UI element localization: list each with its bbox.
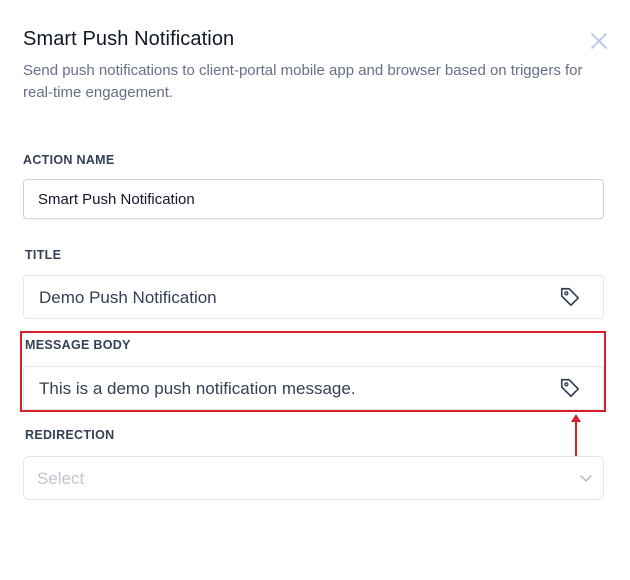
message-body-label: MESSAGE BODY [25,338,131,352]
action-name-value: Smart Push Notification [38,190,195,208]
title-value: Demo Push Notification [39,287,217,307]
dialog-title: Smart Push Notification [23,28,235,50]
message-body-input[interactable]: This is a demo push notification message… [23,366,604,410]
smart-push-notification-panel: Smart Push Notification Send push notifi… [0,0,630,580]
message-body-value: This is a demo push notification message… [39,378,356,398]
dialog-description: Send push notifications to client-portal… [23,62,583,101]
annotation-arrow [571,414,581,456]
title-label: TITLE [25,248,62,262]
close-icon[interactable] [588,30,610,52]
redirection-select[interactable]: Select [23,456,604,500]
redirection-placeholder: Select [37,468,85,488]
title-input[interactable]: Demo Push Notification [23,275,604,319]
action-name-input[interactable]: Smart Push Notification [23,179,604,219]
tag-icon[interactable] [559,377,581,399]
chevron-down-icon[interactable] [579,471,593,485]
redirection-label: REDIRECTION [25,428,115,442]
action-name-label: ACTION NAME [23,153,115,167]
tag-icon[interactable] [559,286,581,308]
